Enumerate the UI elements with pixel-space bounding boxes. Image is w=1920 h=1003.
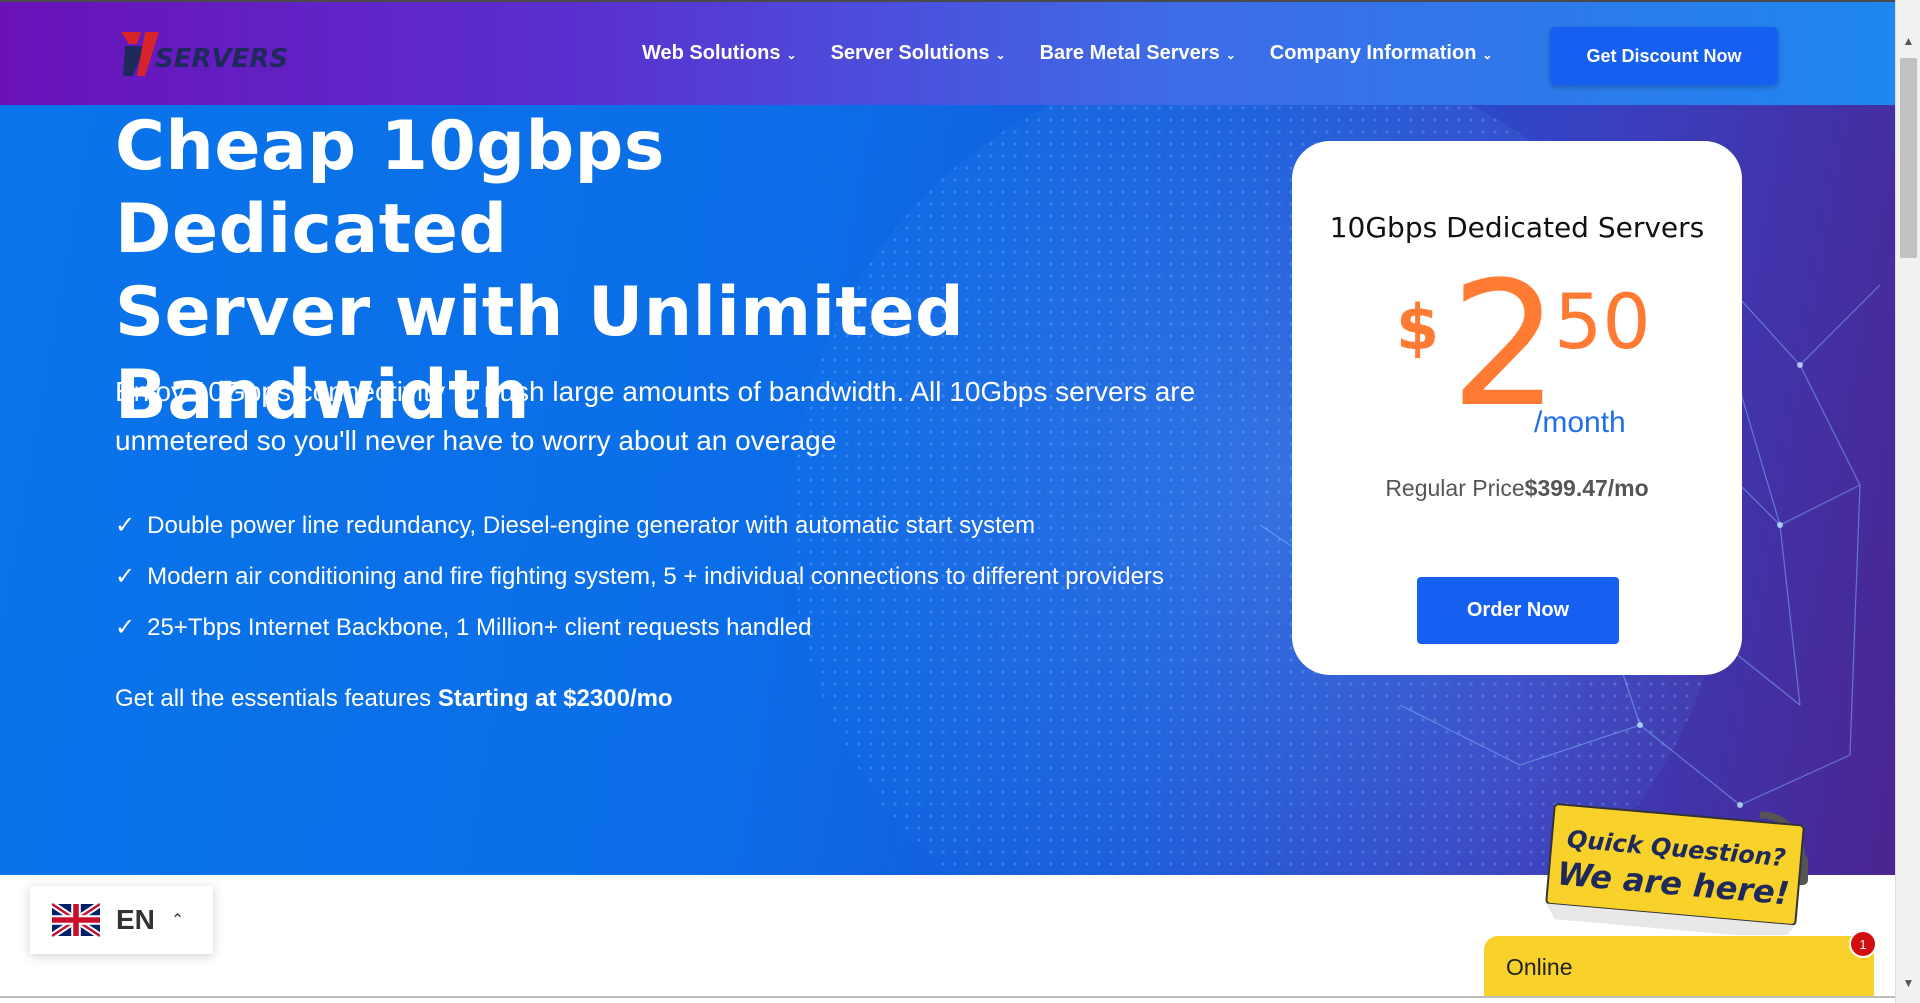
chat-notification-badge: 1 — [1849, 930, 1877, 958]
logo-text: SERVERS — [155, 44, 289, 74]
uk-flag-icon — [52, 902, 100, 938]
language-code: EN — [116, 904, 155, 935]
feature-item: ✓ 25+Tbps Internet Backbone, 1 Million+ … — [115, 602, 1164, 653]
scroll-up-arrow-icon[interactable]: ▲ — [1896, 34, 1920, 54]
nav-bare-metal-servers[interactable]: Bare Metal Servers ⌄ — [1040, 42, 1236, 65]
feature-text: 25+Tbps Internet Backbone, 1 Million+ cl… — [147, 614, 812, 641]
get-discount-button[interactable]: Get Discount Now — [1550, 27, 1778, 85]
regular-price: Regular Price$399.47/mo — [1292, 475, 1742, 502]
checkmark-icon: ✓ — [115, 614, 136, 641]
hero-title-line: Cheap 10gbps Dedicated — [115, 107, 665, 269]
site-header: SERVERS Web Solutions ⌄ Server Solutions… — [0, 0, 1920, 105]
language-switcher[interactable]: EN ⌃ — [30, 886, 213, 954]
nav-company-information[interactable]: Company Information ⌄ — [1270, 42, 1493, 65]
nav-label: Web Solutions — [642, 42, 781, 64]
page-scrollbar[interactable]: ▲ ▼ — [1895, 0, 1920, 1003]
essentials-prefix: Get all the essentials features — [115, 685, 438, 712]
essentials-price: Starting at $2300/mo — [437, 685, 673, 712]
chat-status: Online — [1506, 954, 1573, 980]
order-now-button[interactable]: Order Now — [1417, 577, 1619, 644]
feature-list: ✓ Double power line redundancy, Diesel-e… — [115, 500, 1164, 653]
feature-item: ✓ Double power line redundancy, Diesel-e… — [115, 500, 1164, 551]
chevron-down-icon: ⌄ — [995, 47, 1006, 62]
feature-text: Double power line redundancy, Diesel-eng… — [147, 512, 1036, 539]
nav-label: Server Solutions — [830, 42, 990, 64]
feature-text: Modern air conditioning and fire fightin… — [147, 563, 1164, 590]
chevron-down-icon: ⌄ — [1482, 47, 1493, 62]
pricing-card: 10Gbps Dedicated Servers $ 2 50 /month R… — [1292, 141, 1742, 675]
hero-subtitle: Enjoy 10Gbps connectivity to push large … — [115, 376, 1196, 456]
scroll-down-arrow-icon[interactable]: ▼ — [1896, 976, 1920, 996]
hero-title-line: Server with Unlimited — [115, 273, 965, 352]
nav-label: Bare Metal Servers — [1039, 42, 1220, 64]
regular-price-value: $399.47/mo — [1524, 475, 1649, 501]
nav-server-solutions[interactable]: Server Solutions ⌄ — [831, 42, 1006, 65]
price-cents: 50 — [1554, 277, 1651, 366]
chevron-up-icon: ⌃ — [170, 912, 185, 929]
nav-web-solutions[interactable]: Web Solutions ⌄ — [642, 42, 797, 65]
price-period: /month — [1534, 406, 1626, 439]
feature-item: ✓ Modern air conditioning and fire fight… — [115, 551, 1164, 602]
quick-question-badge[interactable]: Quick Question? We are here! — [1530, 795, 1820, 935]
checkmark-icon: ✓ — [115, 512, 136, 539]
price-currency: $ — [1396, 291, 1440, 364]
nav-label: Company Information — [1269, 42, 1477, 64]
live-chat-bar[interactable]: Online 1 — [1484, 930, 1877, 998]
pricing-card-title: 10Gbps Dedicated Servers — [1329, 211, 1705, 244]
essentials-note: Get all the essentials features Starting… — [115, 685, 673, 713]
site-logo[interactable]: SERVERS — [115, 24, 295, 80]
chevron-down-icon: ⌄ — [786, 47, 797, 62]
scroll-thumb[interactable] — [1900, 58, 1917, 258]
chevron-down-icon: ⌄ — [1225, 47, 1236, 62]
checkmark-icon: ✓ — [115, 563, 136, 590]
hero-section: Cheap 10gbps Dedicated Server with Unlim… — [0, 105, 1895, 875]
regular-price-label: Regular Price — [1385, 475, 1525, 501]
page-bottom-border — [0, 996, 1895, 998]
main-nav: Web Solutions ⌄ Server Solutions ⌄ Bare … — [642, 42, 1492, 65]
